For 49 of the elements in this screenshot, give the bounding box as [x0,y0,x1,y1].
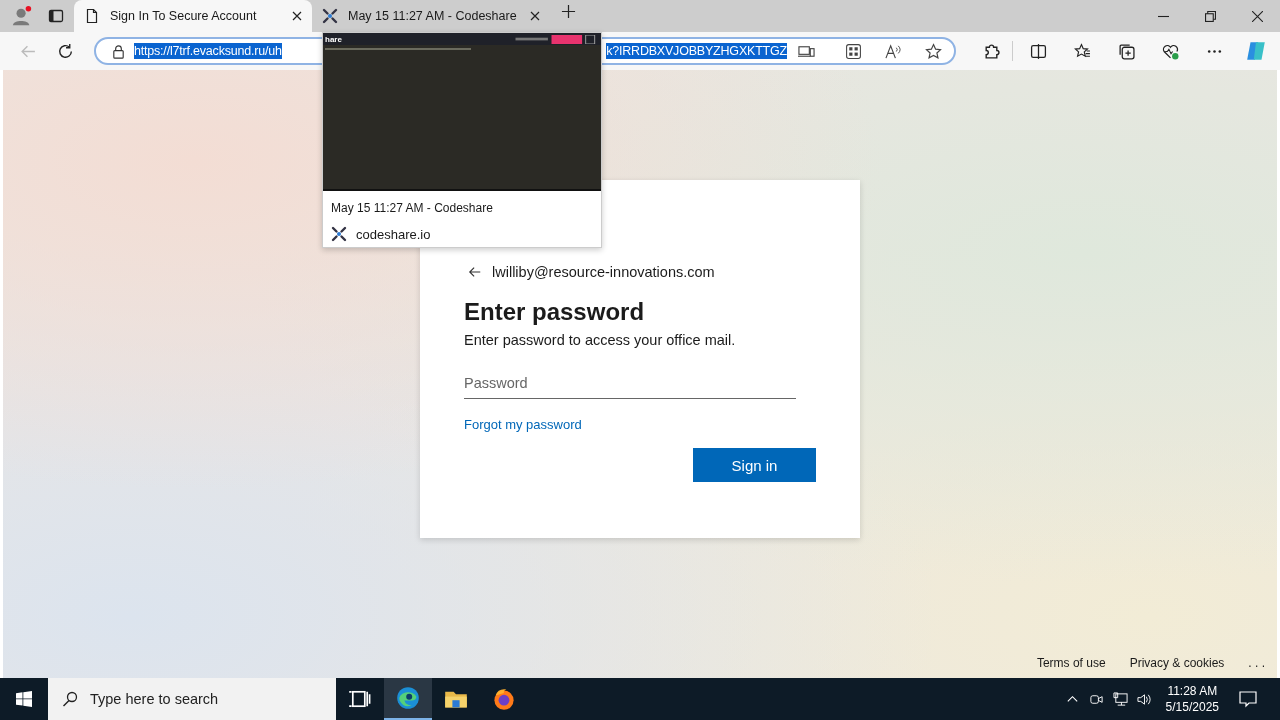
close-tab-icon[interactable] [530,11,540,21]
volume-icon[interactable] [1136,691,1152,707]
refresh-icon[interactable] [57,42,74,60]
restore-icon[interactable] [1205,10,1216,22]
url-text: k?IRRDBXVJOBBYZHGXKTTGZ [606,43,787,59]
lock-icon[interactable] [111,43,126,59]
start-icon[interactable] [16,691,32,707]
forgot-password-link[interactable]: Forgot my password [464,417,582,432]
preview-title: May 15 11:27 AM - Codeshare [331,201,494,215]
close-tab-icon[interactable] [292,11,302,21]
health-icon[interactable] [1162,42,1179,60]
apps-icon[interactable] [845,42,862,60]
sign-in-button[interactable]: Sign in [693,448,816,482]
notifications-icon[interactable] [1239,690,1257,708]
cross-logo-icon [322,8,338,24]
search-icon [62,691,78,707]
back-arrow-icon[interactable] [468,265,482,279]
tab-actions-icon[interactable] [48,8,64,24]
new-tab-icon[interactable] [561,4,576,19]
swirl-icon [396,686,420,710]
clock-date: 5/15/2025 [1165,699,1219,715]
browser-tab[interactable]: May 15 11:27 AM - Codeshare [312,0,550,32]
footer-link[interactable]: Privacy & cookies [1129,656,1225,670]
url-text: https://l7trf.evacksund.ru/uh [134,43,282,59]
document-icon [84,8,100,24]
taskbar-search-field[interactable]: Type here to search [48,678,336,720]
star-icon[interactable] [925,42,942,60]
page-heading: Enter password [464,298,645,326]
taskbar-app[interactable] [384,678,432,720]
network-icon[interactable] [1112,691,1128,707]
extensions-icon[interactable] [983,42,1000,60]
close-icon[interactable] [1252,10,1263,22]
copilot-icon[interactable] [1245,40,1267,62]
browser-tab[interactable]: Sign In To Secure Account [74,0,312,32]
collections-icon[interactable] [1118,42,1135,60]
read-aloud-icon[interactable] [885,42,902,60]
split-screen-icon[interactable] [1030,42,1047,60]
thumbnail-title: hare [325,34,342,44]
site-icon [331,226,347,242]
account-email: lwilliby@resource-innovations.com [492,264,715,280]
footer-link[interactable]: Terms of use [1036,656,1106,670]
preview-site: codeshare.io [356,226,431,242]
more-options-link[interactable]: . . . [1248,656,1265,670]
flame-globe-icon [492,687,516,711]
password-field[interactable]: Password [464,368,796,399]
profile-icon[interactable] [11,5,33,27]
favorites-icon[interactable] [1074,42,1091,60]
description-text: Enter password to access your office mail. [464,332,736,348]
clock-time: 11:28 AM [1167,683,1218,699]
